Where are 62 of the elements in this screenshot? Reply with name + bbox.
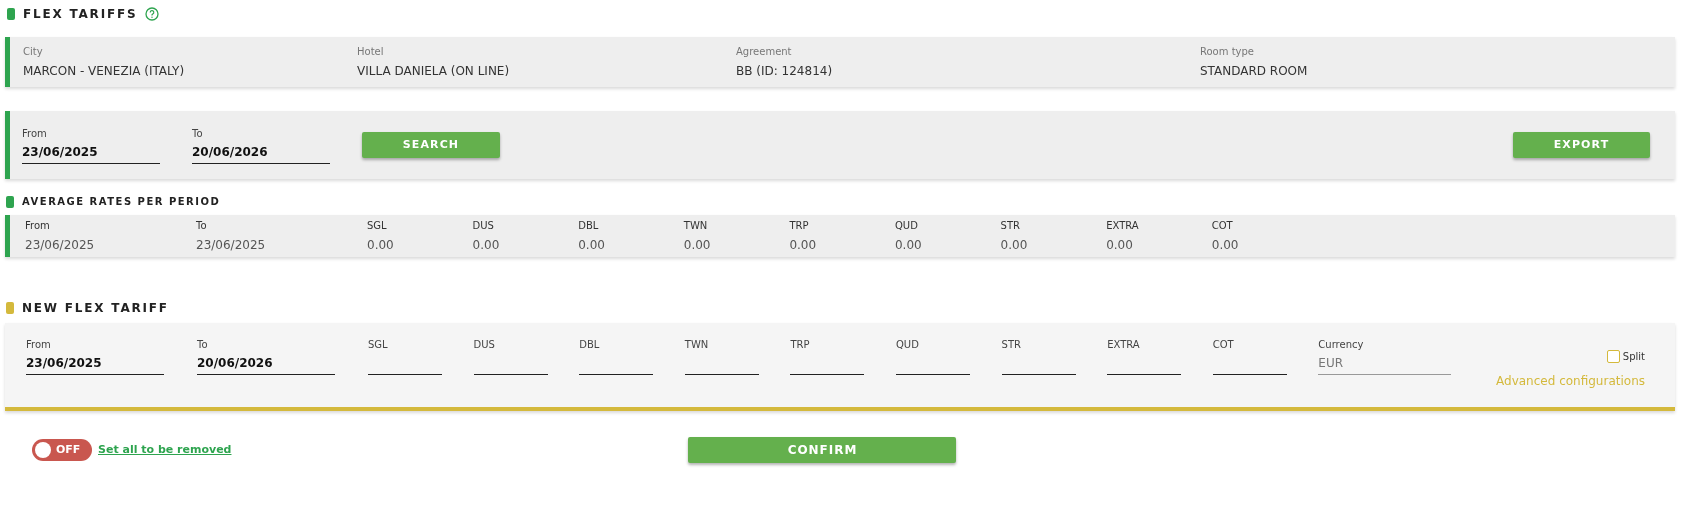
field-label: DBL — [579, 338, 601, 352]
rate-value: 23/06/2025 — [25, 237, 96, 254]
section-marker — [6, 302, 14, 314]
rate-label: STR — [1000, 219, 1021, 233]
field-label: COT — [1212, 338, 1235, 352]
rate-value: 0.00 — [367, 237, 395, 254]
rate-value: 0.00 — [683, 237, 712, 254]
input-field[interactable]: 20/06/2026 — [192, 142, 330, 164]
rate-label: To — [196, 219, 208, 233]
rate-label: TWN — [683, 219, 709, 233]
rate-label: From — [25, 219, 51, 233]
info-value: STANDARD ROOM — [1200, 63, 1309, 80]
section-title: AVERAGE RATES PER PERIOD — [22, 195, 221, 209]
section-marker — [7, 8, 15, 20]
field-label: STR — [1001, 338, 1022, 352]
rate-label: TRP — [789, 219, 810, 233]
rate-value: 0.00 — [1211, 237, 1240, 254]
split-checkbox[interactable]: Split — [1606, 349, 1645, 364]
toggle-switch[interactable]: OFF — [32, 439, 92, 461]
field-label: To — [197, 338, 209, 352]
rate-label: DUS — [472, 219, 495, 233]
rate-value: 0.00 — [789, 237, 818, 254]
section-title: FLEX TARIFFS — [23, 6, 138, 23]
field-label: To — [192, 127, 204, 141]
input-field[interactable]: 23/06/2025 — [22, 142, 160, 164]
search-button[interactable]: SEARCH — [362, 132, 500, 158]
rate-label: COT — [1211, 219, 1234, 233]
rate-value: 0.00 — [1000, 237, 1029, 254]
info-label: City — [23, 45, 44, 59]
field-label: TWN — [684, 338, 710, 352]
export-button[interactable]: EXPORT — [1513, 132, 1650, 158]
input-field[interactable]: 23/06/2025 — [26, 353, 164, 375]
info-value: MARCON - VENEZIA (ITALY) — [23, 63, 186, 80]
field-label: From — [26, 338, 52, 352]
rate-value: 0.00 — [894, 237, 923, 254]
rate-value: 0.00 — [472, 237, 501, 254]
rate-label: DBL — [578, 219, 600, 233]
confirm-button[interactable]: CONFIRM — [688, 437, 957, 463]
rate-value: 0.00 — [1106, 237, 1134, 254]
rate-label: SGL — [367, 219, 388, 233]
rate-label: EXTRA — [1106, 219, 1140, 233]
info-label: Hotel — [357, 45, 385, 59]
rate-label: QUD — [894, 219, 919, 233]
input-field[interactable]: 20/06/2026 — [197, 353, 335, 375]
field-label: EXTRA — [1107, 338, 1141, 352]
input-field[interactable]: EUR — [1318, 353, 1452, 375]
rate-value: 23/06/2025 — [196, 237, 267, 254]
info-label: Agreement — [736, 45, 793, 59]
info-value: BB (ID: 124814) — [736, 63, 834, 80]
field-label: TRP — [790, 338, 811, 352]
set-all-removed-link[interactable]: Set all to be removed — [98, 441, 232, 459]
field-label: From — [22, 127, 48, 141]
field-label: Currency — [1318, 338, 1365, 352]
info-label: Room type — [1200, 45, 1255, 59]
field-label: QUD — [895, 338, 920, 352]
section-title: NEW FLEX TARIFF — [22, 300, 169, 317]
help-icon[interactable] — [145, 7, 160, 21]
field-label: SGL — [368, 338, 389, 352]
section-marker — [6, 195, 14, 208]
info-value: VILLA DANIELA (ON LINE) — [357, 63, 511, 80]
field-label: DUS — [473, 338, 496, 352]
rate-value: 0.00 — [578, 237, 606, 254]
